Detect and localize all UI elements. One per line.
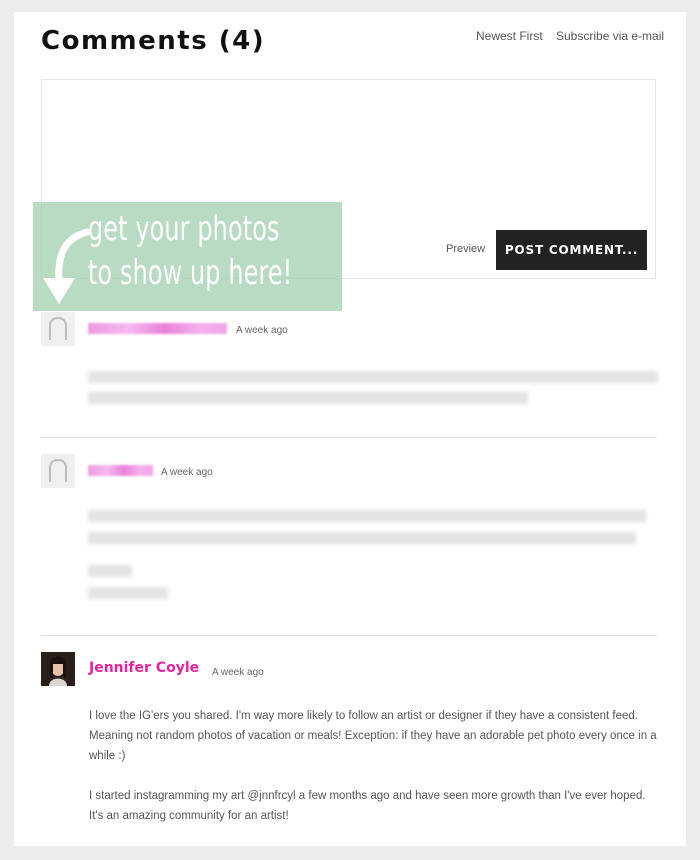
subscribe-email-link[interactable]: Subscribe via e-mail bbox=[556, 29, 664, 43]
overlay-line-1: get your photos bbox=[88, 209, 280, 249]
comment-text-blurred bbox=[88, 587, 168, 599]
user-avatar-photo[interactable] bbox=[41, 652, 75, 686]
comment-text-blurred bbox=[88, 510, 646, 522]
curved-arrow-icon bbox=[43, 228, 91, 304]
comment-divider bbox=[41, 635, 657, 636]
author-name-blurred[interactable] bbox=[88, 465, 153, 476]
sort-newest-first-link[interactable]: Newest First bbox=[476, 29, 543, 43]
comment-paragraph: I started instagramming my art @jnnfrcyl… bbox=[89, 790, 646, 822]
overlay-line-2: to show up here! bbox=[88, 253, 293, 293]
default-avatar-icon bbox=[41, 454, 75, 488]
comment-text-blurred bbox=[88, 392, 528, 404]
comment-paragraph: I love the IG'ers you shared. I'm way mo… bbox=[89, 710, 657, 762]
author-name-blurred[interactable] bbox=[88, 323, 227, 334]
comments-title: Comments (4) bbox=[41, 26, 266, 56]
post-comment-button[interactable]: POST COMMENT... bbox=[496, 230, 647, 270]
comment-text-blurred bbox=[88, 532, 636, 544]
comment-divider bbox=[41, 437, 657, 438]
default-avatar-icon bbox=[41, 312, 75, 346]
avatar-silhouette-icon bbox=[49, 316, 67, 340]
comment-timestamp: A week ago bbox=[236, 325, 288, 336]
user-photo-icon bbox=[41, 652, 75, 686]
promo-overlay: get your photos to show up here! bbox=[33, 202, 342, 311]
avatar-silhouette-icon bbox=[49, 458, 67, 482]
comment-timestamp: A week ago bbox=[212, 667, 264, 678]
comment-text-blurred bbox=[88, 565, 132, 577]
comment-text-blurred bbox=[88, 371, 658, 383]
comment-author-link[interactable]: Jennifer Coyle bbox=[89, 660, 199, 676]
preview-link[interactable]: Preview bbox=[446, 243, 485, 255]
comment-timestamp: A week ago bbox=[161, 467, 213, 478]
